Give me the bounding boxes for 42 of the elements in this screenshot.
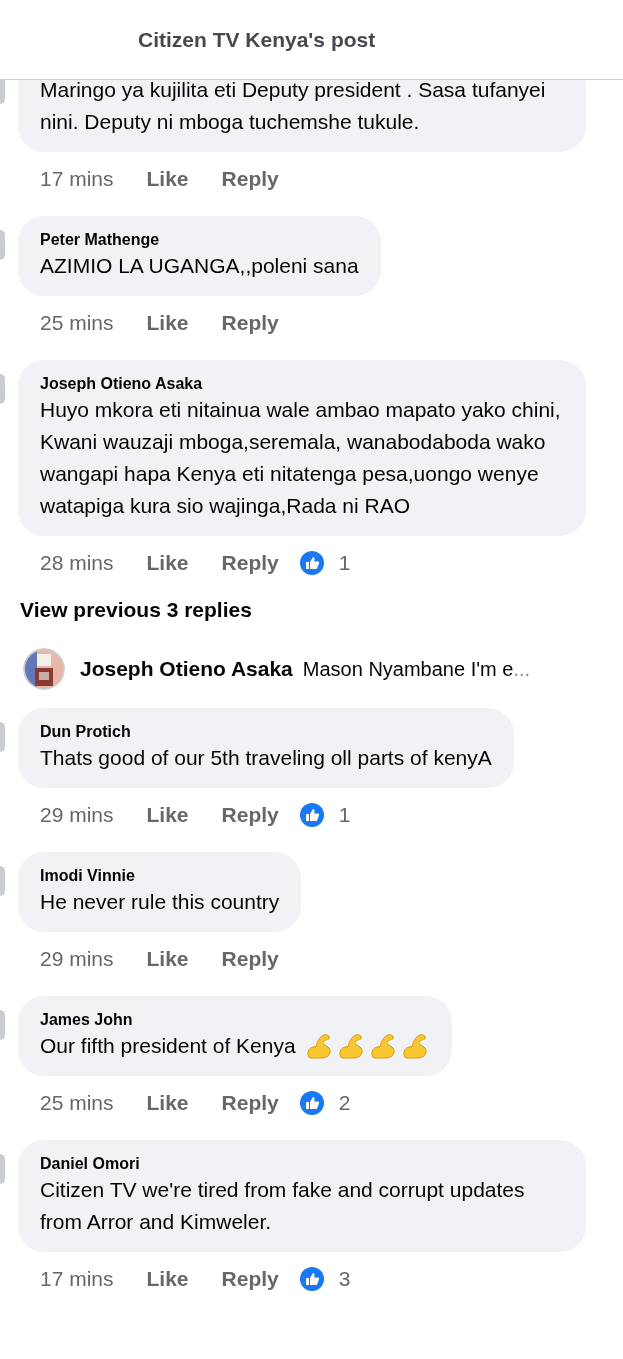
reply-author[interactable]: Joseph Otieno Asaka: [80, 652, 293, 685]
comment-time: 29 mins: [40, 945, 114, 972]
comment-author[interactable]: Imodi Vinnie: [40, 865, 280, 886]
comment-author[interactable]: James John: [40, 1009, 430, 1030]
comment-author[interactable]: Daniel Omori: [40, 1153, 564, 1174]
like-button[interactable]: Like: [146, 547, 189, 579]
like-button[interactable]: Like: [146, 163, 189, 195]
comment-text: He never rule this country: [40, 888, 280, 915]
reply-button[interactable]: Reply: [221, 163, 279, 195]
comment-author[interactable]: Joseph Otieno Asaka: [40, 374, 564, 394]
page-title: Citizen TV Kenya's post: [138, 26, 376, 53]
reply-button[interactable]: Reply: [221, 798, 279, 831]
comment-author[interactable]: Peter Mathenge: [40, 230, 359, 250]
reply-button[interactable]: Reply: [221, 307, 279, 339]
reaction-count[interactable]: 2: [338, 1086, 351, 1119]
like-button[interactable]: Like: [146, 942, 189, 975]
like-button[interactable]: Like: [146, 307, 189, 339]
comment-author[interactable]: Dun Protich: [40, 721, 492, 742]
like-button[interactable]: Like: [146, 798, 189, 831]
like-button[interactable]: Like: [146, 1086, 189, 1119]
comment-text: Huyo mkora eti nitainua wale ambao mapato yako chini, Kwani wauzaji mboga,seremala, wanabodaboda wako wangapi hapa Kenya eti nitatenga pesa,uongo wenye watapiga kura sio wajinga,Rada ni RAO: [40, 397, 562, 519]
view-previous-replies-link[interactable]: View previous 3 replies: [20, 594, 252, 626]
comment-text: Our fifth president of Kenya: [40, 1032, 296, 1059]
comment-text: Maringo ya kujilita eti Deputy president . Sasa tufanyei nini. Deputy ni mboga tuchemshe tukule.: [40, 80, 547, 135]
reaction-count[interactable]: 1: [338, 798, 351, 831]
comment-time: 25 mins: [40, 310, 114, 337]
comment-text: AZIMIO LA UGANGA,,poleni sana: [40, 253, 359, 279]
comment-text: Citizen TV we're tired from fake and corrupt updates from Arror and Kimweler.: [40, 1176, 526, 1235]
like-button[interactable]: Like: [146, 1262, 189, 1295]
reaction-count[interactable]: 1: [338, 547, 351, 579]
reply-button[interactable]: Reply: [221, 1086, 279, 1119]
reply-preview-text[interactable]: Mason Nyambane I'm e...: [302, 653, 531, 684]
reply-button[interactable]: Reply: [221, 547, 279, 579]
comment-text: Thats good of our 5th traveling oll parts of kenyA: [40, 744, 492, 771]
reply-button[interactable]: Reply: [221, 942, 279, 975]
reaction-count[interactable]: 3: [338, 1262, 351, 1295]
comment-time: 17 mins: [40, 1265, 114, 1292]
comment-time: 25 mins: [40, 1089, 114, 1116]
reply-button[interactable]: Reply: [221, 1262, 279, 1295]
comment-time: 28 mins: [40, 550, 114, 577]
comment-time: 29 mins: [40, 801, 114, 828]
comment-time: 17 mins: [40, 166, 114, 193]
